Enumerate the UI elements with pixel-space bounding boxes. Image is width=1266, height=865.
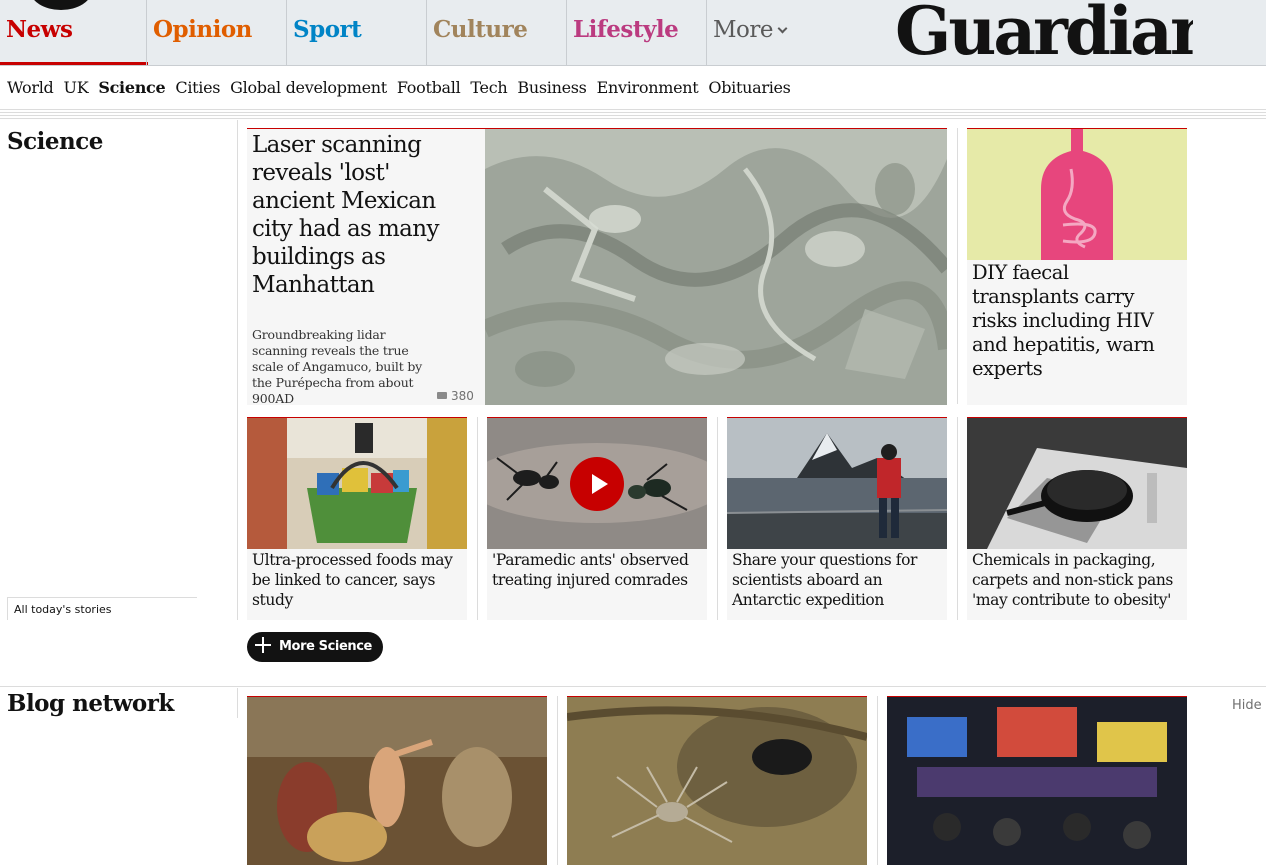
story-headline[interactable]: DIY faecal transplants carry risks inclu… xyxy=(972,261,1180,381)
section-divider xyxy=(0,686,1266,687)
story-headline[interactable]: 'Paramedic ants' observed treating injur… xyxy=(492,550,704,590)
blog-card-spider[interactable] xyxy=(567,696,867,865)
subnav-football[interactable]: Football xyxy=(397,78,461,97)
hide-section-button[interactable]: Hide xyxy=(1232,698,1262,713)
pillar-opinion-label: Opinion xyxy=(153,16,252,43)
subnav-cities[interactable]: Cities xyxy=(175,78,220,97)
blog-card-painting[interactable] xyxy=(247,696,547,865)
column-divider xyxy=(957,128,958,404)
comment-icon xyxy=(437,392,447,399)
subnav-uk[interactable]: UK xyxy=(64,78,89,97)
pillar-sport[interactable]: Sport xyxy=(286,0,428,65)
column-divider xyxy=(557,696,558,865)
guardian-logo[interactable]: The Guardian xyxy=(893,0,1193,66)
divider xyxy=(0,115,1266,116)
plus-icon xyxy=(255,637,271,653)
story-headline[interactable]: Chemicals in packaging, carpets and non-… xyxy=(972,550,1184,610)
column-divider xyxy=(477,417,478,620)
pillar-more[interactable]: More xyxy=(706,0,826,65)
story-image[interactable] xyxy=(967,129,1187,260)
subnav-tech[interactable]: Tech xyxy=(470,78,507,97)
story-card-paramedic-ants[interactable]: 'Paramedic ants' observed treating injur… xyxy=(487,417,707,620)
subnav-science[interactable]: Science xyxy=(98,78,165,97)
divider xyxy=(0,112,1266,113)
all-todays-stories-link[interactable]: All today's stories xyxy=(7,597,197,620)
spider-amber-image xyxy=(567,697,867,865)
lead-story-standfirst: Groundbreaking lidar scanning reveals th… xyxy=(252,327,422,405)
logo-line-2: Guardian xyxy=(895,0,1193,66)
classical-painting-image xyxy=(247,697,547,865)
pillar-more-label: More xyxy=(713,17,774,43)
pillar-lifestyle[interactable]: Lifestyle xyxy=(566,0,708,65)
story-headline[interactable]: Ultra-processed foods may be linked to c… xyxy=(252,550,464,610)
story-headline[interactable]: Share your questions for scientists aboa… xyxy=(732,550,944,610)
pillar-sport-label: Sport xyxy=(293,16,362,43)
sub-navigation: World UK Science Cities Global development Fo… xyxy=(0,66,1266,110)
column-divider xyxy=(237,120,238,620)
lead-story-card[interactable]: Laser scanning reveals 'lost' ancient Me… xyxy=(247,128,947,405)
trade-show-image xyxy=(887,697,1187,865)
more-science-button[interactable]: More Science xyxy=(247,632,383,662)
subnav-environment[interactable]: Environment xyxy=(597,78,699,97)
column-divider xyxy=(717,417,718,620)
lead-story-headline[interactable]: Laser scanning reveals 'lost' ancient Me… xyxy=(252,131,477,299)
blog-card-trade-show[interactable] xyxy=(887,696,1187,865)
pillar-opinion[interactable]: Opinion xyxy=(146,0,288,65)
pillar-news[interactable]: News xyxy=(0,0,148,65)
story-card-ultra-processed-foods[interactable]: Ultra-processed foods may be linked to c… xyxy=(247,417,467,620)
story-card-chemicals-obesity[interactable]: Chemicals in packaging, carpets and non-… xyxy=(967,417,1187,620)
column-divider xyxy=(957,417,958,620)
chevron-down-icon xyxy=(777,23,788,34)
pillar-culture-label: Culture xyxy=(433,16,528,43)
pillar-culture[interactable]: Culture xyxy=(426,0,568,65)
story-image[interactable] xyxy=(727,418,947,549)
section-title-blog-network: Blog network xyxy=(7,690,174,717)
subnav-obituaries[interactable]: Obituaries xyxy=(708,78,791,97)
antarctic-ship-image xyxy=(727,418,947,549)
subnav-world[interactable]: World xyxy=(7,78,54,97)
comment-count-value: 380 xyxy=(451,389,474,403)
subnav-business[interactable]: Business xyxy=(517,78,586,97)
subnav-global-development[interactable]: Global development xyxy=(230,78,387,97)
divider xyxy=(0,118,1266,119)
story-card-antarctic-expedition[interactable]: Share your questions for scientists aboa… xyxy=(727,417,947,620)
lead-story-image[interactable] xyxy=(485,129,947,405)
story-image[interactable] xyxy=(247,418,467,549)
column-divider xyxy=(877,696,878,865)
play-icon[interactable] xyxy=(570,457,624,511)
story-image[interactable] xyxy=(487,418,707,549)
shopping-basket-image xyxy=(247,418,467,549)
column-divider xyxy=(237,688,238,718)
story-image[interactable] xyxy=(967,418,1187,549)
pillar-lifestyle-label: Lifestyle xyxy=(573,16,679,43)
divider xyxy=(0,109,1266,110)
story-card-faecal-transplants[interactable]: DIY faecal transplants carry risks inclu… xyxy=(967,128,1187,405)
comment-count[interactable]: 380 xyxy=(437,389,474,403)
lidar-terrain-image xyxy=(485,129,947,405)
more-science-label: More Science xyxy=(279,639,372,654)
site-header: News Opinion Sport Culture Lifestyle Mor… xyxy=(0,0,1266,66)
frying-pan-image xyxy=(967,418,1187,549)
digestive-illustration xyxy=(967,129,1187,260)
section-title-science: Science xyxy=(7,128,103,155)
pillar-news-label: News xyxy=(6,16,73,43)
